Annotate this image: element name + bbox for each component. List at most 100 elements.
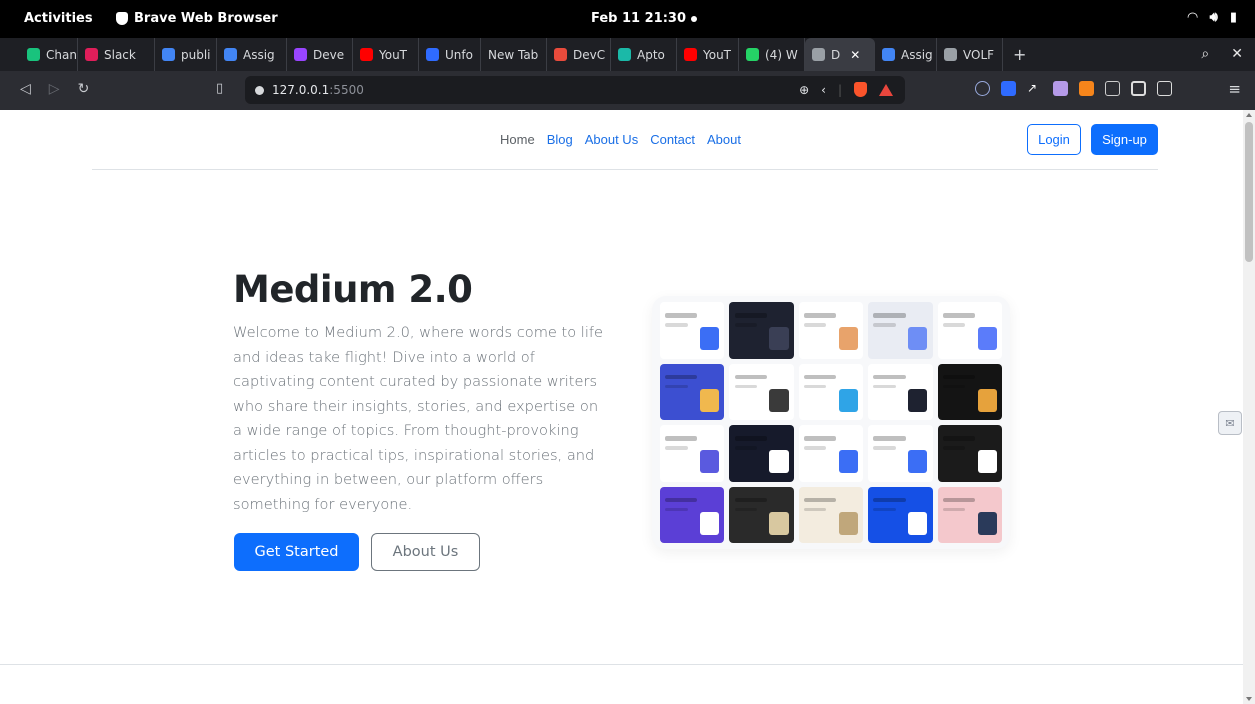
get-started-button[interactable]: Get Started — [234, 533, 359, 571]
nav-blog[interactable]: Blog — [547, 132, 573, 147]
nav-home[interactable]: Home — [500, 132, 535, 147]
brave-rewards-icon[interactable] — [879, 83, 893, 96]
collage-tile-image-block — [699, 327, 720, 351]
collage-tile-text-bar — [734, 507, 758, 512]
collage-tile-image-block — [769, 327, 789, 351]
tab-favicon-icon — [27, 48, 40, 61]
collage-tile-text-bar — [873, 323, 896, 327]
address-bar[interactable]: 127.0.0.1:5500 ⊕ ‹ | — [245, 76, 905, 104]
metamask-icon[interactable] — [1079, 81, 1094, 96]
window-close-icon[interactable]: ✕ — [1231, 46, 1243, 62]
tab-favicon-icon — [812, 48, 825, 61]
collage-tile-image-block — [838, 450, 859, 474]
forward-icon[interactable]: ▷ — [49, 81, 60, 97]
collage-tile — [729, 302, 794, 359]
browser-tab[interactable]: Unfo — [419, 38, 481, 71]
tab-favicon-icon — [85, 48, 98, 61]
browser-tab[interactable]: YouT — [677, 38, 739, 71]
app-menu[interactable]: Brave Web Browser — [116, 11, 278, 26]
signup-button[interactable]: Sign-up — [1091, 124, 1158, 155]
collage-tile — [798, 425, 864, 482]
collage-tile — [660, 363, 725, 420]
collage-tile — [937, 363, 1002, 420]
tab-label: VOLF — [963, 47, 995, 62]
collage-tile-image-block — [908, 388, 928, 412]
collage-tile-heading-bar — [665, 313, 698, 318]
browser-tab[interactable]: Slack — [78, 38, 155, 71]
bookmark-icon[interactable]: ▯ — [216, 81, 223, 96]
collage-tile-image-block — [977, 327, 997, 351]
browser-tab[interactable]: D ✕ — [805, 38, 875, 71]
collage-tile-heading-bar — [665, 374, 698, 380]
browser-tab[interactable]: Assig — [217, 38, 287, 71]
browser-tab[interactable]: publi — [155, 38, 217, 71]
color-picker-icon[interactable]: ↗ — [1027, 81, 1042, 96]
nav-about[interactable]: About — [707, 132, 741, 147]
collage-tile-image-block — [699, 450, 720, 474]
collage-tile — [729, 425, 794, 482]
tab-close-icon[interactable]: ✕ — [850, 48, 860, 62]
brave-shields-icon[interactable] — [854, 82, 867, 97]
share-icon[interactable]: ‹ — [821, 83, 826, 97]
login-button[interactable]: Login — [1027, 124, 1081, 155]
nav-about-us[interactable]: About Us — [585, 132, 638, 147]
collage-tile — [868, 486, 933, 543]
collage-tile-text-bar — [734, 384, 758, 389]
zoom-icon[interactable]: ⊕ — [799, 83, 809, 97]
url-port: :5500 — [329, 83, 364, 97]
collage-tile — [660, 425, 725, 482]
activities-button[interactable]: Activities — [24, 11, 93, 26]
page-scrollbar[interactable] — [1243, 110, 1255, 704]
clock[interactable]: Feb 11 21:30 — [591, 11, 686, 26]
collage-tile-heading-bar — [803, 313, 837, 318]
scroll-up-icon[interactable] — [1246, 113, 1252, 117]
tab-favicon-icon — [944, 48, 957, 61]
side-mail-widget-icon[interactable]: ✉ — [1218, 411, 1242, 435]
browser-tab[interactable]: Deve — [287, 38, 353, 71]
collage-tile-heading-bar — [734, 436, 767, 441]
scroll-down-icon[interactable] — [1246, 697, 1252, 701]
tab-label: Assig — [243, 47, 275, 62]
browser-tab[interactable]: New Tab — [481, 38, 547, 71]
collage-tile-text-bar — [873, 507, 896, 512]
tab-search-icon[interactable]: ⌕ — [1201, 46, 1209, 62]
collage-tile-text-bar — [734, 323, 758, 327]
browser-tab[interactable]: Assig — [875, 38, 937, 71]
extension-blue-icon[interactable] — [1001, 81, 1016, 96]
collage-tile — [660, 486, 725, 543]
hero-image-collage — [652, 296, 1010, 549]
browser-tab[interactable]: (4) W — [739, 38, 805, 71]
browser-tab[interactable]: Chan — [20, 38, 78, 71]
new-tab-button[interactable]: + — [1003, 45, 1036, 64]
browser-tab[interactable]: Apto — [611, 38, 677, 71]
puzzle-icon[interactable] — [1105, 81, 1120, 96]
scrollbar-thumb[interactable] — [1245, 122, 1253, 262]
about-us-button[interactable]: About Us — [371, 533, 480, 571]
url-host: 127.0.0.1 — [272, 83, 330, 97]
collage-tile-text-bar — [942, 384, 966, 389]
tab-label: Unfo — [445, 47, 473, 62]
back-icon[interactable]: ◁ — [20, 81, 31, 97]
tab-favicon-icon — [426, 48, 439, 61]
reload-icon[interactable]: ↻ — [78, 81, 90, 97]
hamburger-menu-icon[interactable]: ≡ — [1228, 80, 1241, 98]
react-devtools-icon[interactable] — [975, 81, 990, 96]
browser-tab[interactable]: YouT — [353, 38, 419, 71]
collage-tile-heading-bar — [734, 374, 767, 380]
browser-tab[interactable]: DevC — [547, 38, 611, 71]
system-tray[interactable]: ◠ 🔊︎ ▮ — [1188, 10, 1237, 25]
nav-contact[interactable]: Contact — [650, 132, 695, 147]
tab-label: (4) W — [765, 47, 798, 62]
collage-tile-text-bar — [803, 507, 827, 512]
collage-tile-heading-bar — [665, 436, 698, 441]
sidebar-toggle-icon[interactable] — [1131, 81, 1146, 96]
tab-favicon-icon — [882, 48, 895, 61]
site-info-icon[interactable] — [255, 85, 264, 95]
collage-tile — [729, 486, 794, 543]
tab-strip: Chan Slack publi Assig Deve YouT Unfo New Tab De… — [0, 38, 1255, 71]
tab-favicon-icon — [360, 48, 373, 61]
wallet-icon[interactable] — [1157, 81, 1172, 96]
browser-tab[interactable]: VOLF — [937, 38, 1003, 71]
extension-mail-icon[interactable] — [1053, 81, 1068, 96]
tab-label: Chan — [46, 47, 77, 62]
